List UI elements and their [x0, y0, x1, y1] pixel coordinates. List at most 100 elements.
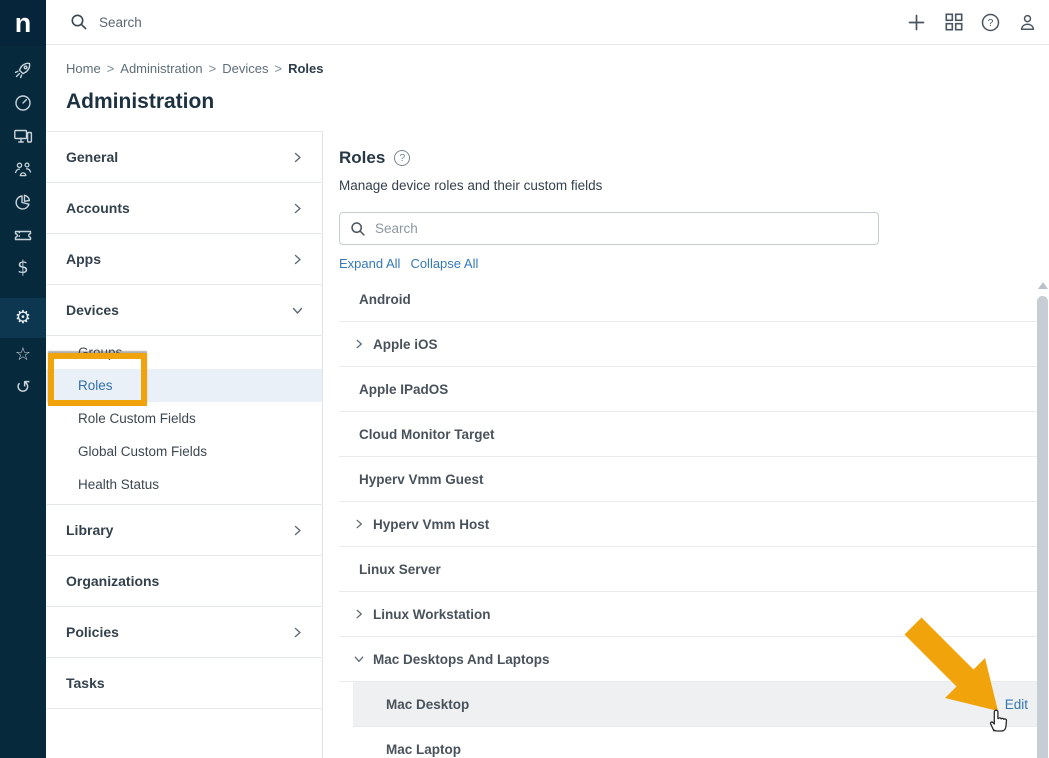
- billing-icon[interactable]: $: [0, 251, 46, 284]
- user-icon[interactable]: [1018, 13, 1037, 32]
- collapse-all-link[interactable]: Collapse All: [410, 256, 478, 271]
- svg-text:?: ?: [988, 18, 994, 29]
- rocket-icon[interactable]: [0, 53, 46, 86]
- role-row-apple-ios[interactable]: Apple iOS: [339, 322, 1037, 367]
- role-label: Android: [359, 292, 411, 307]
- nav-item-label: Accounts: [66, 200, 130, 216]
- devices-submenu: Groups Roles Role Custom Fields Global C…: [46, 336, 322, 505]
- breadcrumb-devices[interactable]: Devices: [222, 61, 268, 76]
- nav-item-label: Policies: [66, 624, 119, 640]
- nav-item-tasks[interactable]: Tasks: [46, 658, 322, 709]
- nav-item-general[interactable]: General: [46, 132, 322, 183]
- nav-item-label: Library: [66, 522, 113, 538]
- role-row-hyperv-vmm-host[interactable]: Hyperv Vmm Host: [339, 502, 1037, 547]
- role-row-linux-server[interactable]: Linux Server: [339, 547, 1037, 592]
- role-label: Linux Workstation: [373, 607, 491, 622]
- page-title: Administration: [66, 90, 214, 114]
- expand-all-link[interactable]: Expand All: [339, 256, 400, 271]
- ticketing-icon[interactable]: [0, 218, 46, 251]
- search-icon: [350, 221, 366, 237]
- nav-item-policies[interactable]: Policies: [46, 607, 322, 658]
- role-label: Hyperv Vmm Host: [373, 517, 489, 532]
- nav-item-label: General: [66, 149, 118, 165]
- nav-item-devices[interactable]: Devices: [46, 285, 322, 336]
- chevron-down-icon: [291, 304, 304, 317]
- role-row-mac-desktop[interactable]: Mac Desktop Edit: [353, 682, 1037, 727]
- roles-search-input[interactable]: [375, 221, 868, 236]
- chevron-right-icon[interactable]: [353, 608, 365, 620]
- breadcrumb-roles: Roles: [288, 61, 323, 76]
- role-row-hyperv-vmm-guest[interactable]: Hyperv Vmm Guest: [339, 457, 1037, 502]
- admin-nav: General Accounts Apps Devices: [46, 131, 323, 758]
- role-row-mac-desktops-and-laptops[interactable]: Mac Desktops And Laptops: [339, 637, 1037, 682]
- global-search-input[interactable]: [99, 15, 399, 30]
- role-row-android[interactable]: Android: [339, 277, 1037, 322]
- role-row-linux-workstation[interactable]: Linux Workstation: [339, 592, 1037, 637]
- role-label: Hyperv Vmm Guest: [359, 472, 484, 487]
- chevron-right-icon: [291, 524, 304, 537]
- nav-item-organizations[interactable]: Organizations: [46, 556, 322, 607]
- end-users-icon[interactable]: [0, 152, 46, 185]
- edit-link[interactable]: Edit: [1005, 697, 1037, 712]
- chevron-down-icon[interactable]: [353, 653, 365, 665]
- role-row-apple-ipados[interactable]: Apple IPadOS: [339, 367, 1037, 412]
- nav-subitem-roles[interactable]: Roles: [46, 369, 322, 402]
- roles-help-icon[interactable]: ?: [394, 150, 410, 166]
- chevron-right-icon[interactable]: [353, 518, 365, 530]
- nav-item-accounts[interactable]: Accounts: [46, 183, 322, 234]
- role-row-mac-laptop[interactable]: Mac Laptop: [339, 727, 1037, 758]
- scrollbar-up-arrow[interactable]: [1038, 282, 1048, 289]
- breadcrumb: Home > Administration > Devices > Roles: [66, 61, 324, 76]
- administration-gear-icon[interactable]: ⚙: [0, 298, 46, 338]
- nav-item-label: Tasks: [66, 675, 105, 691]
- help-icon[interactable]: ?: [981, 13, 1000, 32]
- history-icon[interactable]: ↺: [0, 371, 46, 404]
- scrollbar-thumb[interactable]: [1037, 296, 1048, 758]
- nav-subitem-role-custom-fields[interactable]: Role Custom Fields: [46, 402, 322, 435]
- dashboard-icon[interactable]: [0, 86, 46, 119]
- role-label: Linux Server: [359, 562, 441, 577]
- breadcrumb-home[interactable]: Home: [66, 61, 101, 76]
- nav-item-label: Devices: [66, 302, 119, 318]
- plus-icon[interactable]: [907, 13, 926, 32]
- role-label: Cloud Monitor Target: [359, 427, 494, 442]
- admin-layout: General Accounts Apps Devices: [46, 131, 1049, 758]
- reporting-icon[interactable]: [0, 185, 46, 218]
- panel-title: Roles: [339, 148, 385, 168]
- ninjaone-admin-app: n: [0, 0, 1049, 758]
- role-row-cloud-monitor-target[interactable]: Cloud Monitor Target: [339, 412, 1037, 457]
- nav-item-apps[interactable]: Apps: [46, 234, 322, 285]
- search-icon: [70, 13, 88, 31]
- panel-subtitle: Manage device roles and their custom fie…: [339, 178, 1049, 193]
- chevron-right-icon: [291, 151, 304, 164]
- nav-subitem-groups[interactable]: Groups: [46, 336, 322, 369]
- top-bar: ?: [46, 0, 1049, 45]
- role-label: Mac Desktop: [386, 697, 469, 712]
- roles-panel: Roles ? Manage device roles and their cu…: [324, 131, 1049, 758]
- nav-item-label: Apps: [66, 251, 101, 267]
- breadcrumb-separator: >: [209, 61, 217, 76]
- nav-subitem-health-status[interactable]: Health Status: [46, 468, 322, 501]
- ninjaone-logo[interactable]: n: [0, 0, 46, 46]
- devices-icon[interactable]: [0, 119, 46, 152]
- nav-subitem-global-custom-fields[interactable]: Global Custom Fields: [46, 435, 322, 468]
- role-label: Apple iOS: [373, 337, 438, 352]
- list-scrollbar: [1037, 282, 1048, 758]
- role-label: Apple IPadOS: [359, 382, 448, 397]
- breadcrumb-separator: >: [275, 61, 283, 76]
- breadcrumb-administration[interactable]: Administration: [120, 61, 202, 76]
- roles-list: Android Apple iOS Apple IPadOS Cloud Mon…: [339, 277, 1037, 758]
- role-label: Mac Laptop: [386, 742, 461, 757]
- role-label: Mac Desktops And Laptops: [373, 652, 550, 667]
- nav-item-label: Organizations: [66, 573, 159, 589]
- chevron-right-icon: [291, 626, 304, 639]
- roles-search-box: [339, 212, 879, 245]
- chevron-right-icon: [291, 202, 304, 215]
- nav-item-library[interactable]: Library: [46, 505, 322, 556]
- apps-grid-icon[interactable]: [944, 13, 963, 32]
- chevron-right-icon: [291, 253, 304, 266]
- favorites-star-icon[interactable]: ☆: [0, 338, 46, 371]
- breadcrumb-separator: >: [107, 61, 115, 76]
- chevron-right-icon[interactable]: [353, 338, 365, 350]
- app-rail: n: [0, 0, 46, 758]
